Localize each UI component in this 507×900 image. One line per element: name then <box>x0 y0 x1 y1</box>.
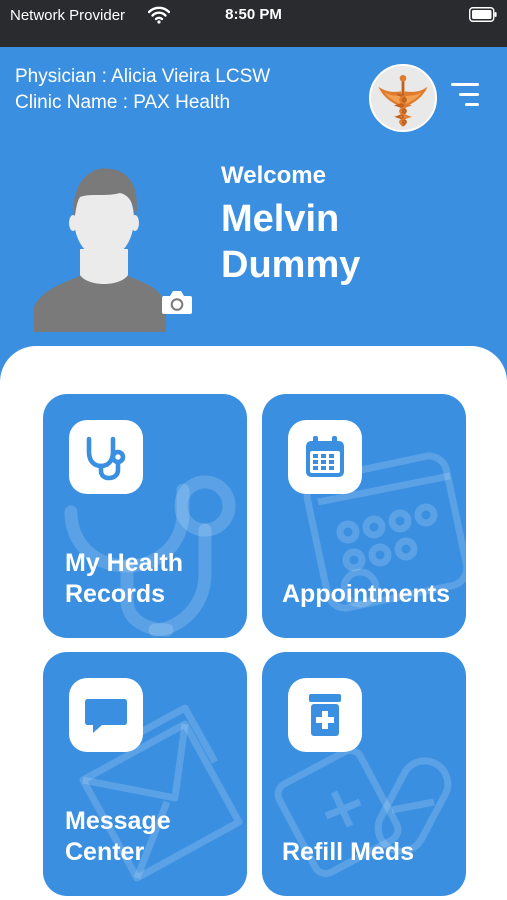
tile-message-center[interactable]: Message Center <box>43 652 247 896</box>
physician-name: Physician : Alicia Vieira LCSW <box>15 66 271 87</box>
user-last-name: Dummy <box>221 244 361 286</box>
menu-grid: My Health Records Appointments Message C… <box>0 346 507 900</box>
caduceus-logo-icon <box>369 64 437 132</box>
tile-label-line2: Records <box>65 580 166 608</box>
welcome-label: Welcome <box>221 162 326 189</box>
tile-my-health-records[interactable]: My Health Records <box>43 394 247 638</box>
tile-label-line2: Refill Meds <box>282 838 414 866</box>
menu-button[interactable] <box>447 81 483 109</box>
avatar-placeholder[interactable] <box>34 157 174 332</box>
user-name: Melvin Dummy <box>221 196 360 288</box>
stethoscope-icon <box>69 420 143 494</box>
status-bar: Network Provider 8:50 PM <box>0 0 507 47</box>
camera-icon[interactable] <box>160 287 194 317</box>
tile-message-center-label: Message Center <box>65 806 171 868</box>
tile-my-health-records-label: My Health Records <box>65 548 183 610</box>
tile-label-line1: Message <box>65 807 171 835</box>
welcome-block: Welcome Melvin Dummy <box>221 160 360 288</box>
calendar-icon <box>288 420 362 494</box>
tile-refill-meds[interactable]: Refill Meds <box>262 652 466 896</box>
battery-icon <box>469 7 497 22</box>
tile-label-line1: My Health <box>65 549 184 577</box>
tile-label-line2: Center <box>65 838 145 866</box>
tile-refill-meds-label: Refill Meds <box>282 837 414 868</box>
tile-label-line2: Appointments <box>282 580 451 608</box>
chat-bubble-icon <box>69 678 143 752</box>
clinic-name: Clinic Name : PAX Health <box>15 92 231 113</box>
tile-appointments[interactable]: Appointments <box>262 394 466 638</box>
user-first-name: Melvin <box>221 198 340 240</box>
clock: 8:50 PM <box>225 6 282 23</box>
medicine-bottle-icon <box>288 678 362 752</box>
tile-appointments-label: Appointments <box>282 579 450 610</box>
physician-info: Physician : Alicia Vieira LCSW Clinic Na… <box>15 64 270 116</box>
